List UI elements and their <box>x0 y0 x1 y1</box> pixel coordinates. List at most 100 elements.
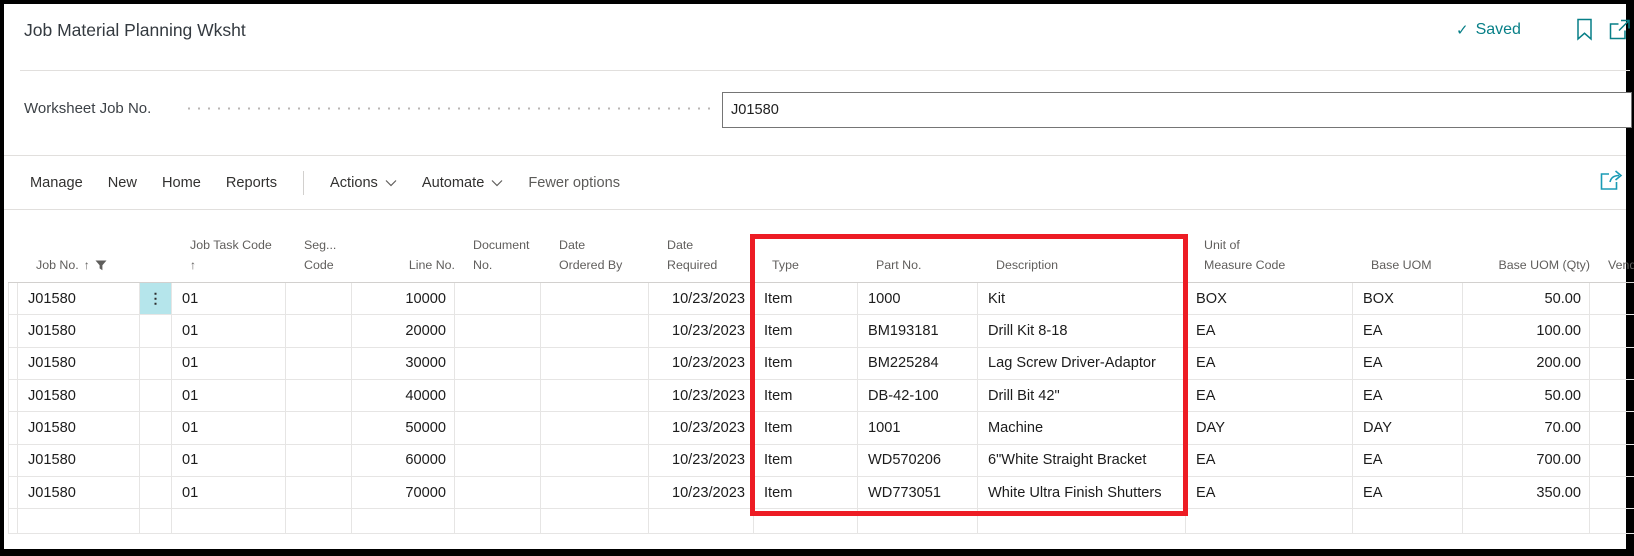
cell-seg-code[interactable] <box>286 412 352 443</box>
cell-document-no[interactable] <box>455 315 541 346</box>
column-header-date-ordered-by[interactable]: DateOrdered By <box>549 230 657 282</box>
cell-base-uom-qty[interactable]: 350.00 <box>1463 477 1590 508</box>
cell-job-task-code[interactable]: 01 <box>172 477 286 508</box>
cell-job-task-code[interactable]: 01 <box>172 348 286 379</box>
cell-type[interactable]: Item <box>754 412 858 443</box>
cell-seg-code[interactable] <box>286 380 352 411</box>
cell-base-uom[interactable]: EA <box>1353 348 1463 379</box>
cell-date-ordered-by[interactable] <box>541 380 649 411</box>
cell-type[interactable]: Item <box>754 283 858 314</box>
cell-line-no[interactable]: 60000 <box>352 445 455 476</box>
cell-job-no[interactable]: J01580 <box>18 315 140 346</box>
row-selector-cell[interactable] <box>8 477 18 508</box>
cell-seg-code[interactable] <box>286 315 352 346</box>
cell-job-no[interactable]: J01580 <box>18 412 140 443</box>
cell-description[interactable]: Machine <box>978 412 1186 443</box>
row-selector-cell[interactable] <box>8 348 18 379</box>
cell-line-no[interactable]: 20000 <box>352 315 455 346</box>
cell-vendor[interactable] <box>1590 348 1634 379</box>
cell-description[interactable]: Kit <box>978 283 1186 314</box>
cell-vendor[interactable] <box>1590 315 1634 346</box>
cell-description[interactable]: 6"White Straight Bracket <box>978 445 1186 476</box>
cell-date-required[interactable]: 10/23/2023 <box>649 477 754 508</box>
cell-date-required[interactable]: 10/23/2023 <box>649 380 754 411</box>
cell-type[interactable]: Item <box>754 445 858 476</box>
worksheet-job-no-input[interactable] <box>722 92 1632 128</box>
cell-date-required[interactable]: 10/23/2023 <box>649 283 754 314</box>
column-header-base-uom[interactable]: Base UOM <box>1361 230 1471 282</box>
cell-description[interactable]: Drill Kit 8-18 <box>978 315 1186 346</box>
cell-seg-code[interactable] <box>286 477 352 508</box>
menu-home[interactable]: Home <box>162 175 201 191</box>
cell-document-no[interactable] <box>455 445 541 476</box>
cell-date-ordered-by[interactable] <box>541 445 649 476</box>
cell-description[interactable]: Lag Screw Driver-Adaptor <box>978 348 1186 379</box>
cell-seg-code[interactable] <box>286 348 352 379</box>
cell-vendor[interactable] <box>1590 412 1634 443</box>
column-header-line-no[interactable]: Line No. <box>360 230 463 282</box>
column-header-job-no[interactable]: Job No.↑ <box>26 230 148 282</box>
cell-base-uom[interactable]: EA <box>1353 315 1463 346</box>
cell-seg-code[interactable] <box>286 283 352 314</box>
cell-part-no[interactable]: WD570206 <box>858 445 978 476</box>
cell-base-uom-qty[interactable]: 700.00 <box>1463 445 1590 476</box>
cell-line-no[interactable]: 30000 <box>352 348 455 379</box>
cell-part-no[interactable]: BM193181 <box>858 315 978 346</box>
cell-date-ordered-by[interactable] <box>541 412 649 443</box>
cell-description[interactable]: White Ultra Finish Shutters <box>978 477 1186 508</box>
cell-document-no[interactable] <box>455 412 541 443</box>
cell-line-no[interactable]: 70000 <box>352 477 455 508</box>
cell-date-required[interactable]: 10/23/2023 <box>649 315 754 346</box>
cell-job-no[interactable]: J01580 <box>18 348 140 379</box>
cell-type[interactable]: Item <box>754 380 858 411</box>
cell-base-uom-qty[interactable]: 200.00 <box>1463 348 1590 379</box>
menu-new[interactable]: New <box>108 175 137 191</box>
cell-unit-of-measure-code[interactable]: EA <box>1186 477 1353 508</box>
cell-part-no[interactable]: BM225284 <box>858 348 978 379</box>
cell-base-uom[interactable]: EA <box>1353 380 1463 411</box>
cell-base-uom-qty[interactable]: 70.00 <box>1463 412 1590 443</box>
cell-document-no[interactable] <box>455 348 541 379</box>
cell-base-uom[interactable]: EA <box>1353 477 1463 508</box>
cell-job-task-code[interactable]: 01 <box>172 380 286 411</box>
cell-part-no[interactable]: DB-42-100 <box>858 380 978 411</box>
column-header-unit-of-measure-code[interactable]: Unit ofMeasure Code <box>1194 230 1361 282</box>
column-header-type[interactable]: Type <box>762 230 866 282</box>
cell-description[interactable]: Drill Bit 42" <box>978 380 1186 411</box>
cell-unit-of-measure-code[interactable]: EA <box>1186 380 1353 411</box>
cell-base-uom[interactable]: DAY <box>1353 412 1463 443</box>
cell-date-ordered-by[interactable] <box>541 283 649 314</box>
cell-date-ordered-by[interactable] <box>541 477 649 508</box>
row-menu-button[interactable]: ⋮ <box>140 283 172 314</box>
cell-date-required[interactable]: 10/23/2023 <box>649 348 754 379</box>
cell-base-uom[interactable]: BOX <box>1353 283 1463 314</box>
cell-document-no[interactable] <box>455 283 541 314</box>
cell-date-ordered-by[interactable] <box>541 315 649 346</box>
cell-unit-of-measure-code[interactable]: EA <box>1186 348 1353 379</box>
column-header-document-no[interactable]: DocumentNo. <box>463 230 549 282</box>
cell-date-required[interactable]: 10/23/2023 <box>649 445 754 476</box>
cell-document-no[interactable] <box>455 477 541 508</box>
cell-type[interactable]: Item <box>754 315 858 346</box>
share-icon[interactable] <box>1598 168 1624 192</box>
column-header-description[interactable]: Description <box>986 230 1194 282</box>
cell-job-no[interactable]: J01580 <box>18 380 140 411</box>
cell-seg-code[interactable] <box>286 445 352 476</box>
cell-vendor[interactable] <box>1590 477 1634 508</box>
cell-job-no[interactable]: J01580 <box>18 283 140 314</box>
menu-reports[interactable]: Reports <box>226 175 277 191</box>
cell-base-uom-qty[interactable]: 100.00 <box>1463 315 1590 346</box>
column-header-job-task-code[interactable]: Job Task Code↑ <box>180 230 294 282</box>
cell-line-no[interactable]: 50000 <box>352 412 455 443</box>
cell-job-no[interactable]: J01580 <box>18 445 140 476</box>
cell-part-no[interactable]: WD773051 <box>858 477 978 508</box>
row-selector-cell[interactable] <box>8 412 18 443</box>
cell-vendor[interactable] <box>1590 283 1634 314</box>
cell-job-task-code[interactable]: 01 <box>172 283 286 314</box>
cell-base-uom-qty[interactable]: 50.00 <box>1463 380 1590 411</box>
menu-fewer-options[interactable]: Fewer options <box>528 175 620 191</box>
cell-vendor[interactable] <box>1590 380 1634 411</box>
cell-job-task-code[interactable]: 01 <box>172 315 286 346</box>
cell-type[interactable]: Item <box>754 477 858 508</box>
menu-automate[interactable]: Automate <box>422 175 503 191</box>
